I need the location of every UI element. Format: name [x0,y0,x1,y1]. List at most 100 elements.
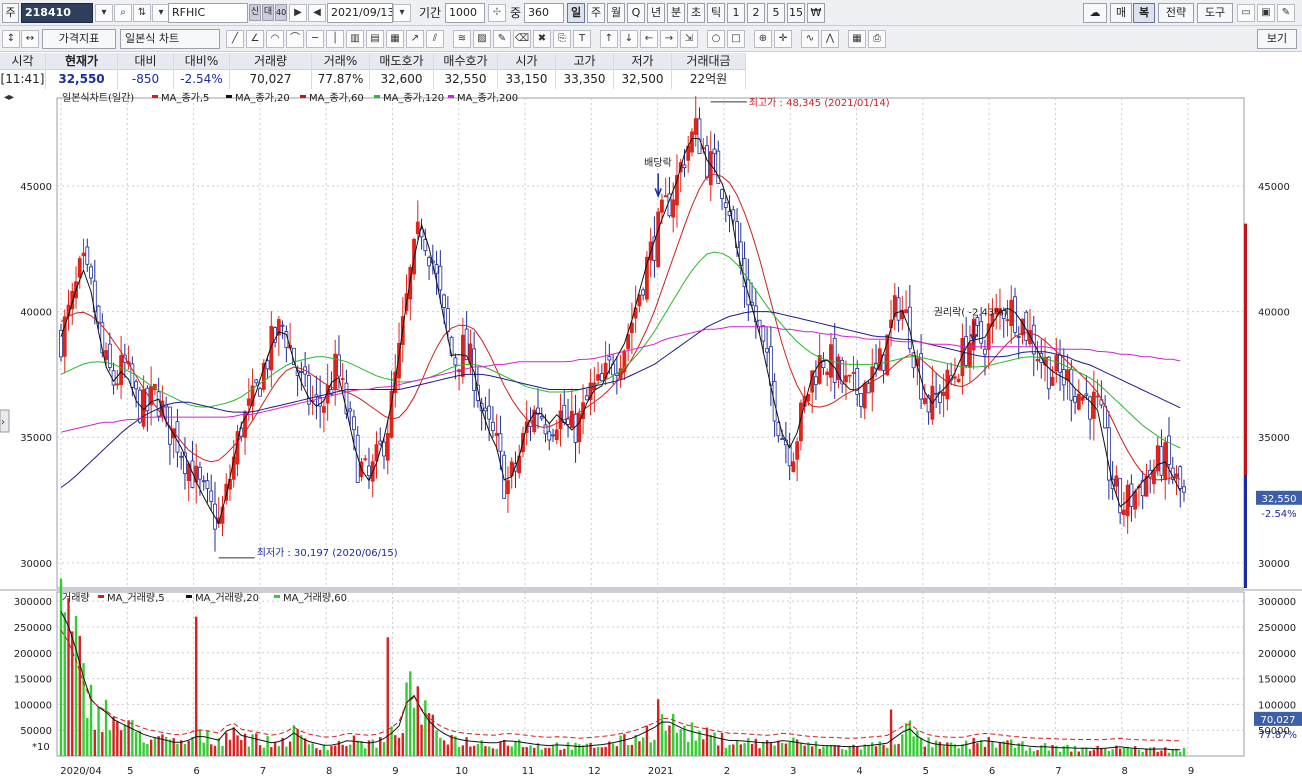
search-icon[interactable]: ⌕ [114,4,132,22]
wave-icon[interactable]: ∿ [801,30,819,48]
date-input[interactable]: 2021/09/13 [327,3,393,23]
volume-bar [326,749,329,756]
stock-code-input[interactable]: 218410 [21,3,93,23]
print-preview-icon[interactable]: ⎙ [868,30,886,48]
candle-body [506,480,510,495]
volume-bar [1032,751,1035,756]
fibo-icon[interactable]: ▨ [473,30,491,48]
period-input[interactable]: 1000 [445,3,485,23]
volume-bar [964,740,968,756]
volume-bar [735,740,739,756]
volume-bar [585,743,589,756]
volume-spike [416,686,420,756]
text-icon[interactable]: T [573,30,591,48]
quote-value: 32,500 [614,70,672,89]
order-button[interactable]: 매 [1110,3,1132,23]
volume-bar [225,732,228,756]
eraser-icon[interactable]: ⌫ [513,30,531,48]
grid-icon[interactable]: ▥ [346,30,364,48]
volume-bar [859,749,863,756]
play-icon[interactable]: ▶ [289,4,307,22]
export-icon[interactable]: ⇲ [680,30,698,48]
volume-bar [987,736,990,756]
chart-style-select[interactable]: 일본식 차트 [120,29,220,49]
crosshair-icon[interactable]: ✛ [774,30,792,48]
circle-icon[interactable]: ○ [707,30,725,48]
interval-button[interactable]: 월 [607,3,625,23]
volume-bar [754,738,758,756]
count-input[interactable]: 360 [524,3,564,23]
volume-bar [874,746,878,756]
candle-body [708,151,713,186]
rect-icon[interactable]: □ [727,30,745,48]
volume-bar [236,735,239,756]
parallel-icon[interactable]: ⫽ [426,30,444,48]
interval-button[interactable]: 주 [587,3,605,23]
volume-bar [213,745,217,756]
sort-icon[interactable]: ⇅ [133,4,151,22]
interval-button[interactable]: 초 [687,3,705,23]
interval-button[interactable]: 틱 [707,3,725,23]
cloud-icon[interactable]: ☁ [1083,3,1107,23]
fan-tool-icon[interactable]: ◠ [266,30,284,48]
settings-icon[interactable]: ✎ [1277,4,1295,22]
channel-icon[interactable]: ▦ [386,30,404,48]
interval-button[interactable]: 15 [787,3,805,23]
arrow-up-down-icon[interactable]: ↕ [2,30,20,48]
code-dropdown-icon[interactable]: ▾ [95,4,113,22]
save-icon[interactable]: ▣ [1257,4,1275,22]
pencil-icon[interactable]: ✎ [493,30,511,48]
x-tick-label: 2020/04 [60,766,102,775]
market-select[interactable]: 주 [2,3,19,23]
multi-button[interactable]: 복 [1133,3,1155,23]
down-arrow-icon[interactable]: ↓ [620,30,638,48]
volume-bar [217,738,220,756]
arrow-left-right-icon[interactable]: ↔ [21,30,39,48]
ray-icon[interactable]: ↗ [406,30,424,48]
scroll-arrows-icon[interactable]: ◂▸ [4,92,14,103]
angle-tool-icon[interactable]: ∠ [246,30,264,48]
folder-icon[interactable]: ▭ [1237,4,1255,22]
legend-swatch [274,595,280,598]
volume-bar [1160,750,1163,756]
interval-button[interactable]: 5 [767,3,785,23]
interval-button[interactable]: 일 [567,3,585,23]
volume-bar [653,739,656,756]
prev-icon[interactable]: ◀ [308,4,326,22]
volume-bar [187,740,190,756]
candle-body [941,391,946,396]
stock-chart[interactable]: 2020/04 5 6 7 8 9 10 11 12 2021 2 3 4 5 6 7 8 9 30000 30000… [0,90,1302,777]
print-icon[interactable]: ▦ [848,30,866,48]
up-arrow-icon[interactable]: ↑ [600,30,618,48]
arc-tool-icon[interactable]: ⌒ [286,30,304,48]
tools-button[interactable]: 도구 [1197,3,1233,23]
line-tool-icon[interactable]: ╱ [226,30,244,48]
cycle-icon[interactable]: ▤ [366,30,384,48]
zoom-icon[interactable]: ⊕ [754,30,772,48]
chart-type-button[interactable]: 가격지표 [42,29,116,49]
left-arrow-icon[interactable]: ← [640,30,658,48]
interval-button[interactable]: 년 [647,3,665,23]
spin-icon[interactable]: ✣ [488,4,506,22]
copy-icon[interactable]: ⎘ [553,30,571,48]
interval-button[interactable]: 분 [667,3,685,23]
x-tick-label: 6 [989,766,995,775]
right-arrow-icon[interactable]: → [660,30,678,48]
multi-line-icon[interactable]: ≋ [453,30,471,48]
price-legend-item: MA_종가,200 [457,92,518,104]
volume-bar [491,748,495,756]
interval-button[interactable]: 2 [747,3,765,23]
candle-body [1118,478,1123,514]
interval-button[interactable]: ₩ [807,3,825,23]
stock-name-field[interactable]: RFHIC [168,3,248,23]
view-button[interactable]: 보기 [1257,29,1297,49]
interval-button[interactable]: Q [627,3,645,23]
interval-button[interactable]: 1 [727,3,745,23]
strategy-button[interactable]: 전략 [1158,3,1194,23]
delete-icon[interactable]: ✖ [533,30,551,48]
hline-icon[interactable]: ─ [306,30,324,48]
pattern-icon[interactable]: ⋀ [821,30,839,48]
date-dropdown-icon[interactable]: ▾ [393,4,411,22]
candle-body [1103,405,1108,429]
vline-icon[interactable]: │ [326,30,344,48]
